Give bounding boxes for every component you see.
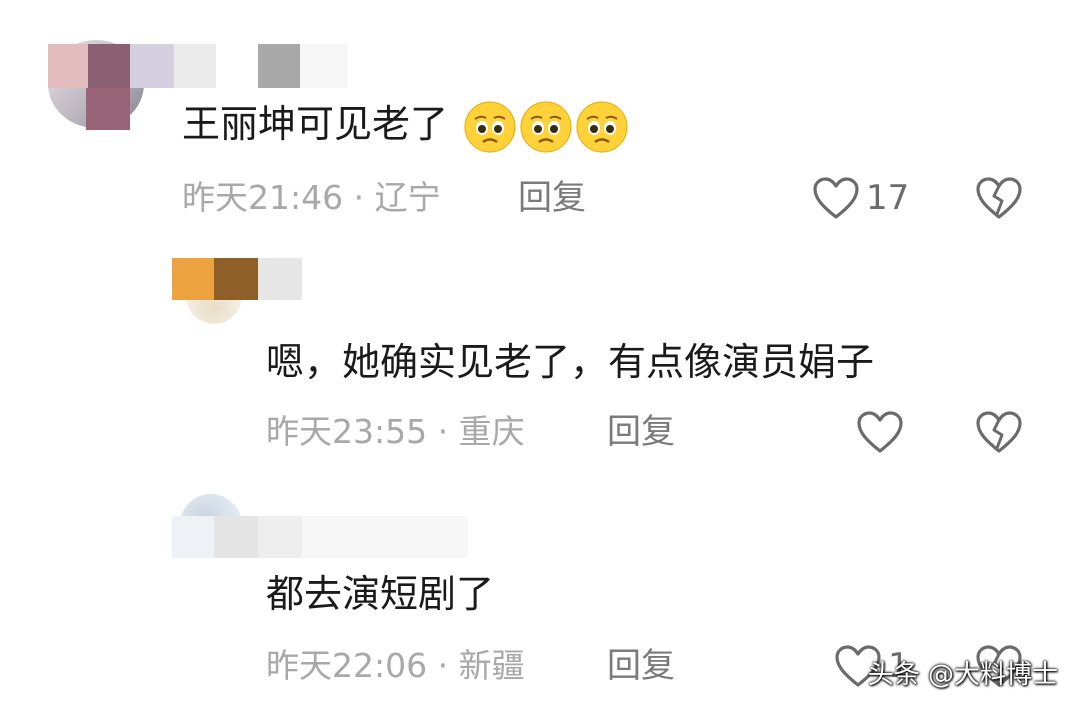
heart-outline-icon — [813, 177, 859, 219]
like-button[interactable]: 17 — [812, 172, 909, 224]
pleading-face-emoji — [520, 101, 572, 152]
source-watermark: 头条 @大料博士 — [867, 660, 1058, 690]
reply-button[interactable]: 回复 — [607, 410, 675, 454]
comment-meta: 昨天21:46 · 辽宁 — [182, 178, 441, 217]
reply-button[interactable]: 回复 — [518, 176, 586, 220]
comment-body: 王丽坤可见老了 — [182, 102, 449, 146]
reply-button[interactable]: 回复 — [607, 644, 675, 688]
like-button[interactable] — [856, 406, 910, 458]
broken-heart-icon — [976, 177, 1022, 219]
username-mosaic[interactable] — [48, 44, 348, 88]
dislike-button[interactable] — [975, 408, 1023, 456]
comment-text: 王丽坤可见老了 — [182, 96, 628, 153]
heart-outline-icon — [857, 411, 903, 453]
broken-heart-icon — [976, 411, 1022, 453]
pleading-face-emoji — [464, 101, 516, 152]
comment-meta: 昨天23:55 · 重庆 — [266, 412, 525, 451]
comment-meta: 昨天22:06 · 新疆 — [266, 646, 525, 685]
comment-text: 嗯，她确实见老了，有点像演员娟子 — [266, 340, 875, 384]
dislike-button[interactable] — [975, 174, 1023, 222]
username-mosaic-lower — [86, 88, 130, 130]
like-count: 17 — [866, 178, 910, 218]
comment-text: 都去演短剧了 — [266, 572, 495, 616]
username-mosaic[interactable] — [172, 258, 302, 300]
pleading-face-emoji — [576, 101, 628, 152]
username-mosaic[interactable] — [172, 516, 468, 558]
